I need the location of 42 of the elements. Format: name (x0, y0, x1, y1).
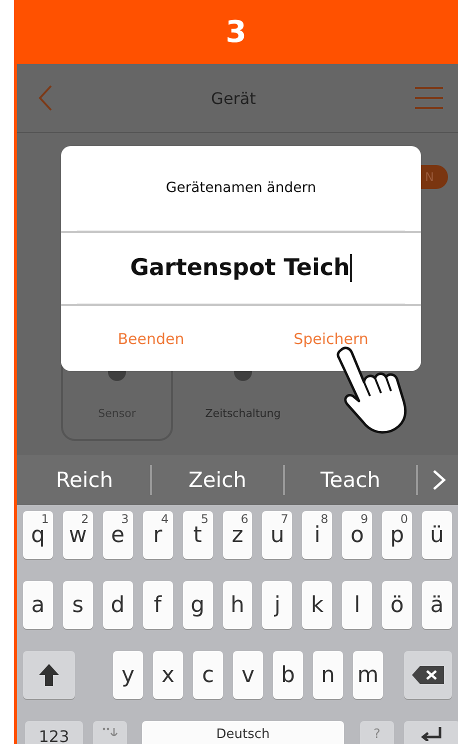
keyboard-key[interactable]: f (142, 581, 173, 629)
keyboard-key[interactable]: 3 e (102, 511, 133, 559)
keyboard-key[interactable]: m (353, 651, 383, 699)
shift-key[interactable] (23, 651, 75, 699)
keyboard-key[interactable]: a (23, 581, 53, 629)
keyboard-key[interactable]: l (342, 581, 372, 629)
word-suggestion[interactable]: Zeich (160, 468, 275, 492)
keyboard-key[interactable]: 4 r (142, 511, 173, 559)
keyboard-key[interactable]: 8 i (302, 511, 332, 559)
keyboard-key[interactable]: h (222, 581, 252, 629)
enter-icon (420, 727, 444, 741)
keyboard-key[interactable]: b (273, 651, 303, 699)
keyboard-key[interactable]: 0 p (382, 511, 412, 559)
keyboard-key[interactable]: c (193, 651, 223, 699)
word-suggestion[interactable]: Teach (293, 468, 408, 492)
numbers-key[interactable]: 123 (25, 721, 83, 744)
keyboard-key[interactable]: 5 t (182, 511, 213, 559)
keyboard-key[interactable]: ä (422, 581, 452, 629)
keyboard-key[interactable]: v (233, 651, 263, 699)
keyboard-key[interactable]: 1 q (23, 511, 53, 559)
backspace-icon (411, 665, 445, 685)
keyboard-key[interactable]: n (313, 651, 343, 699)
backspace-key[interactable] (404, 651, 452, 699)
keyboard-key[interactable]: k (302, 581, 332, 629)
keyboard-key[interactable]: d (102, 581, 133, 629)
keyboard-key[interactable]: s (62, 581, 93, 629)
keyboard-key[interactable]: x (153, 651, 183, 699)
shift-arrow-icon (38, 663, 60, 687)
keyboard-key[interactable]: ö (382, 581, 412, 629)
keyboard-key[interactable]: j (262, 581, 292, 629)
keyboard-key[interactable]: g (182, 581, 213, 629)
keyboard-key[interactable]: 2 w (62, 511, 93, 559)
keyboard-key[interactable]: 6 z (222, 511, 252, 559)
screen-title: Gerät (210, 88, 257, 108)
step-number: 3 (226, 14, 246, 50)
keyboard-key[interactable]: 7 u (262, 511, 292, 559)
space-key[interactable]: Deutsch (142, 721, 344, 744)
word-suggestion[interactable]: Reich (27, 468, 142, 492)
chevron-right-icon[interactable] (432, 469, 446, 491)
keyboard-key[interactable]: y (113, 651, 143, 699)
keyboard-key[interactable]: ü (422, 511, 452, 559)
keyboard-key[interactable]: 9 o (342, 511, 372, 559)
